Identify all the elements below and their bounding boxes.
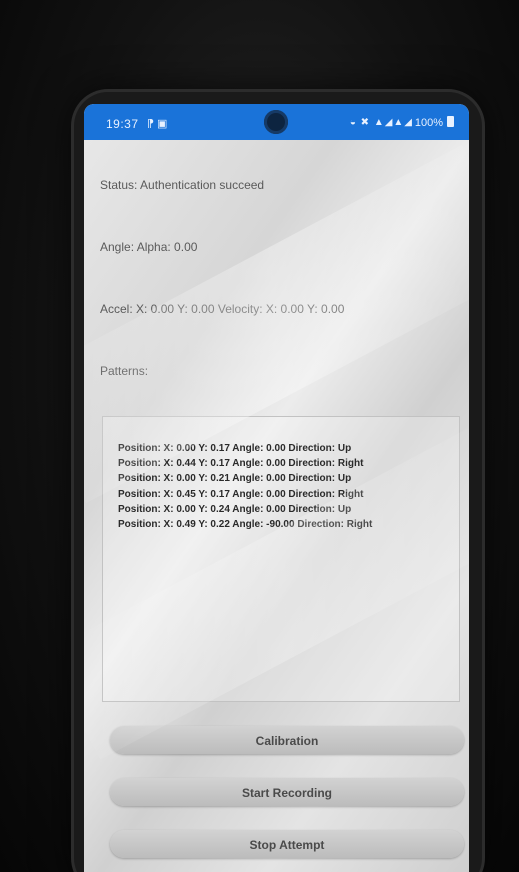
accel-velocity-text: Accel: X: 0.00 Y: 0.00 Velocity: X: 0.00…: [100, 302, 345, 316]
battery-icon: [447, 116, 454, 127]
angle-text: Angle: Alpha: 0.00: [100, 240, 198, 254]
pattern-item: Position: X: 0.44 Y: 0.17 Angle: 0.00 Di…: [118, 458, 364, 470]
pattern-item: Position: X: 0.45 Y: 0.17 Angle: 0.00 Di…: [118, 488, 364, 500]
start-recording-button[interactable]: Start Recording: [110, 778, 464, 806]
status-text: Status: Authentication succeed: [100, 178, 265, 192]
photo-scene: 19:37 ⁋ ▣ ◒ ✖ ▲◢▲◢ 100% Status: Authenti…: [0, 0, 519, 872]
patterns-list: Position: X: 0.00 Y: 0.17 Angle: 0.00 Di…: [118, 441, 372, 532]
notification-icons: ⁋ ▣: [147, 118, 168, 130]
pattern-item: Position: X: 0.49 Y: 0.22 Angle: -90.00 …: [118, 519, 373, 531]
patterns-list-box[interactable]: Position: X: 0.00 Y: 0.17 Angle: 0.00 Di…: [102, 416, 460, 702]
app-screen: 19:37 ⁋ ▣ ◒ ✖ ▲◢▲◢ 100% Status: Authenti…: [84, 104, 469, 872]
status-bar-time: 19:37: [106, 117, 139, 131]
pattern-item: Position: X: 0.00 Y: 0.17 Angle: 0.00 Di…: [118, 443, 352, 454]
signal-icons: ◒ ✖ ▲◢▲◢: [349, 117, 413, 128]
patterns-heading: Patterns:: [100, 364, 149, 378]
front-camera: [264, 110, 288, 134]
pattern-item: Position: X: 0.00 Y: 0.21 Angle: 0.00 Di…: [118, 473, 352, 485]
status-bar: 19:37 ⁋ ▣ ◒ ✖ ▲◢▲◢ 100%: [84, 104, 469, 140]
pattern-item: Position: X: 0.00 Y: 0.24 Angle: 0.00 Di…: [118, 503, 352, 515]
stop-attempt-button[interactable]: Stop Attempt: [110, 830, 464, 858]
calibration-button[interactable]: Calibration: [110, 726, 464, 754]
battery-percentage: 100%: [414, 117, 443, 129]
